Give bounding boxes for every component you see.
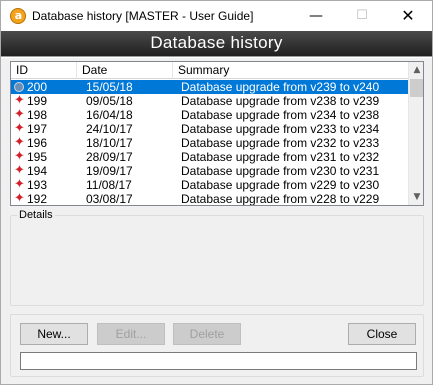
list-row[interactable]: ✦ 196 18/10/17 Database upgrade from v232 t… [11,135,408,151]
row-date: 15/05/18 [86,80,133,94]
row-summary: Database upgrade from v239 to v240 [181,80,380,94]
row-summary: Database upgrade from v234 to v238 [181,108,380,122]
list-row[interactable]: ✦ 192 03/08/17 Database upgrade from v228 t… [11,192,408,206]
list-row[interactable]: ✦ 195 28/09/17 Database upgrade from v231 t… [11,149,408,165]
list-row[interactable]: ✦ 194 19/09/17 Database upgrade from v230 t… [11,163,408,179]
scroll-up-arrow-icon[interactable]: ▲ [409,62,423,78]
list-rows: 200 15/05/18 Database upgrade from v239 to… [11,80,408,206]
close-window-button[interactable]: ✕ [385,1,431,31]
scrollbar-thumb[interactable] [410,79,423,97]
banner-title: Database history [150,33,283,52]
status-progress-bar [20,352,417,370]
column-header-summary[interactable]: Summary [173,62,408,79]
row-summary: Database upgrade from v231 to v232 [181,150,380,164]
database-history-window: a Database history [MASTER - User Guide]… [0,0,433,385]
column-header-date[interactable]: Date [77,62,173,79]
upgrade-star-icon: ✦ [14,191,25,206]
history-list[interactable]: ID Date Summary 200 15/05/18 Database upgr… [10,61,424,206]
details-label: Details [17,209,55,221]
row-date: 18/10/17 [86,136,133,150]
row-summary: Database upgrade from v238 to v239 [181,94,380,108]
row-summary: Database upgrade from v229 to v230 [181,178,380,192]
list-scrollbar[interactable]: ▲ ▼ [408,62,423,205]
maximize-button: ☐ [356,8,368,23]
row-summary: Database upgrade from v232 to v233 [181,136,380,150]
row-id: 199 [27,94,48,108]
app-logo-icon[interactable]: a [10,8,26,24]
edit-button: Edit... [97,323,165,345]
title-bar[interactable]: a Database history [MASTER - User Guide]… [1,1,432,31]
new-button[interactable]: New... [20,323,88,345]
upgrade-star-icon: ✦ [14,149,25,164]
dialog-body: ID Date Summary 200 15/05/18 Database upgr… [1,58,432,384]
row-id: 195 [27,150,48,164]
row-id: 192 [27,192,48,206]
upgrade-star-icon: ✦ [14,93,25,108]
header-banner: Database history [1,31,432,57]
upgrade-star-icon: ✦ [14,107,25,122]
row-date: 16/04/18 [86,108,133,122]
list-row[interactable]: ✦ 199 09/05/18 Database upgrade from v238 t… [11,93,408,109]
row-id: 196 [27,136,48,150]
row-summary: Database upgrade from v233 to v234 [181,122,380,136]
window-title: Database history [MASTER - User Guide] [32,9,254,23]
row-id: 198 [27,108,48,122]
upgrade-star-icon: ✦ [14,163,25,178]
row-id: 193 [27,178,48,192]
upgrade-star-icon: ✦ [14,177,25,192]
list-row[interactable]: ✦ 193 11/08/17 Database upgrade from v229 t… [11,177,408,193]
row-id: 194 [27,164,48,178]
close-button[interactable]: Close [348,323,416,345]
row-date: 19/09/17 [86,164,133,178]
row-date: 09/05/18 [86,94,133,108]
row-date: 03/08/17 [86,192,133,206]
list-row[interactable]: ✦ 198 16/04/18 Database upgrade from v234 t… [11,107,408,123]
row-date: 24/10/17 [86,122,133,136]
list-row[interactable]: ✦ 197 24/10/17 Database upgrade from v233 t… [11,121,408,137]
row-id: 200 [27,80,48,94]
row-date: 11/08/17 [86,178,132,192]
upgrade-star-icon: ✦ [14,135,25,150]
minimize-button[interactable]: — [293,1,339,31]
list-header: ID Date Summary [11,62,408,79]
list-row[interactable]: 200 15/05/18 Database upgrade from v239 to… [11,80,408,94]
details-group: Details [10,209,424,306]
row-summary: Database upgrade from v230 to v231 [181,164,380,178]
upgrade-star-icon: ✦ [14,121,25,136]
row-date: 28/09/17 [86,150,133,164]
button-panel: New... Edit... Delete Close [10,314,424,377]
column-header-id[interactable]: ID [11,62,77,79]
row-id: 197 [27,122,48,136]
scroll-down-arrow-icon[interactable]: ▼ [409,189,423,205]
delete-button: Delete [173,323,241,345]
row-summary: Database upgrade from v228 to v229 [181,192,380,206]
